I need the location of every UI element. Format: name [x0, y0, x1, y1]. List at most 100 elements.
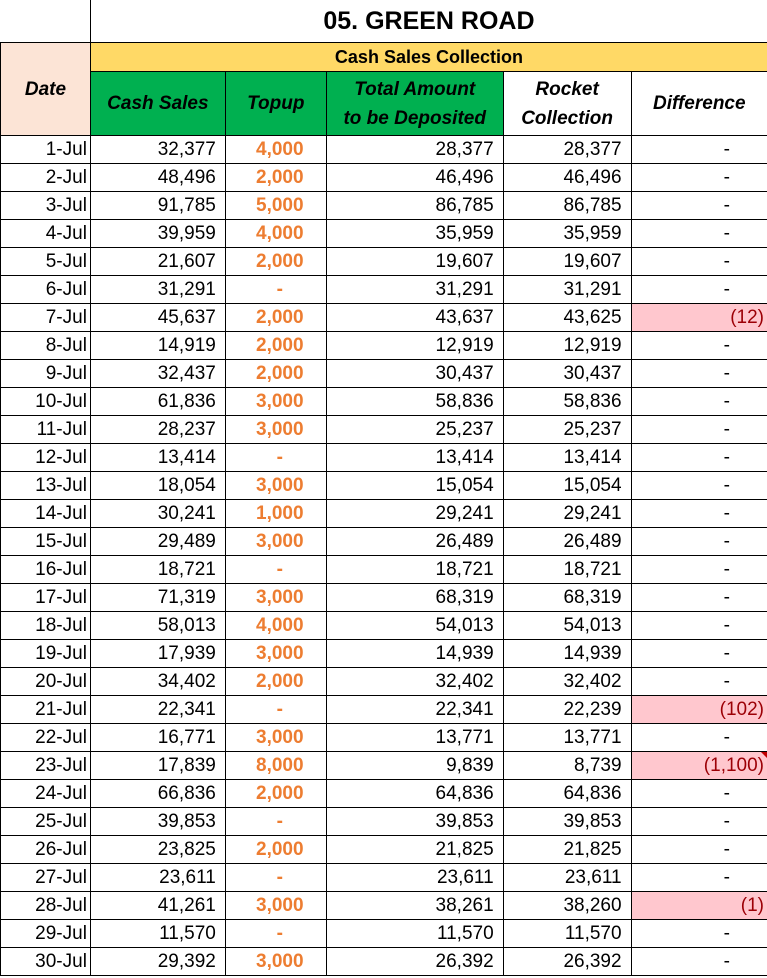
date-cell[interactable]: 16-Jul: [0, 555, 91, 584]
total-deposit-cell[interactable]: 68,319: [325, 583, 504, 612]
topup-cell[interactable]: -: [224, 275, 327, 304]
topup-cell[interactable]: -: [224, 807, 327, 836]
total-deposit-cell[interactable]: 18,721: [325, 555, 504, 584]
cash-sales-cell[interactable]: 14,919: [89, 331, 226, 360]
topup-cell[interactable]: 1,000: [224, 499, 327, 528]
total-deposit-cell[interactable]: 54,013: [325, 611, 504, 640]
rocket-collection-cell[interactable]: 64,836: [502, 779, 632, 808]
total-deposit-cell[interactable]: 9,839: [325, 751, 504, 780]
difference-cell[interactable]: -: [630, 835, 767, 864]
date-cell[interactable]: 20-Jul: [0, 667, 91, 696]
difference-cell[interactable]: -: [630, 555, 767, 584]
difference-cell[interactable]: -: [630, 443, 767, 472]
rocket-collection-cell[interactable]: 25,237: [502, 415, 632, 444]
total-deposit-cell[interactable]: 30,437: [325, 359, 504, 388]
rocket-collection-column-header[interactable]: Rocket Collection: [502, 71, 632, 136]
topup-cell[interactable]: 5,000: [224, 191, 327, 220]
difference-cell[interactable]: -: [630, 359, 767, 388]
cash-sales-cell[interactable]: 41,261: [89, 891, 226, 920]
topup-cell[interactable]: 3,000: [224, 471, 327, 500]
topup-cell[interactable]: 3,000: [224, 415, 327, 444]
difference-cell[interactable]: -: [630, 807, 767, 836]
topup-cell[interactable]: 3,000: [224, 891, 327, 920]
total-deposit-cell[interactable]: 13,771: [325, 723, 504, 752]
difference-cell[interactable]: -: [630, 527, 767, 556]
total-deposit-cell[interactable]: 23,611: [325, 863, 504, 892]
cash-sales-cell[interactable]: 17,839: [89, 751, 226, 780]
total-deposit-cell[interactable]: 58,836: [325, 387, 504, 416]
rocket-collection-cell[interactable]: 18,721: [502, 555, 632, 584]
topup-cell[interactable]: -: [224, 695, 327, 724]
rocket-collection-cell[interactable]: 26,392: [502, 947, 632, 976]
rocket-collection-cell[interactable]: 23,611: [502, 863, 632, 892]
total-deposit-cell[interactable]: 43,637: [325, 303, 504, 332]
date-cell[interactable]: 19-Jul: [0, 639, 91, 668]
topup-cell[interactable]: 3,000: [224, 583, 327, 612]
cash-sales-cell[interactable]: 48,496: [89, 163, 226, 192]
topup-cell[interactable]: 2,000: [224, 331, 327, 360]
rocket-collection-cell[interactable]: 35,959: [502, 219, 632, 248]
cash-sales-cell[interactable]: 13,414: [89, 443, 226, 472]
date-cell[interactable]: 22-Jul: [0, 723, 91, 752]
topup-cell[interactable]: 2,000: [224, 779, 327, 808]
difference-cell[interactable]: -: [630, 639, 767, 668]
difference-cell[interactable]: -: [630, 863, 767, 892]
cash-sales-cell[interactable]: 58,013: [89, 611, 226, 640]
cash-sales-cell[interactable]: 31,291: [89, 275, 226, 304]
difference-cell[interactable]: -: [630, 611, 767, 640]
total-deposit-cell[interactable]: 12,919: [325, 331, 504, 360]
topup-cell[interactable]: 2,000: [224, 247, 327, 276]
rocket-collection-cell[interactable]: 13,414: [502, 443, 632, 472]
difference-cell[interactable]: -: [630, 779, 767, 808]
total-deposit-cell[interactable]: 19,607: [325, 247, 504, 276]
rocket-collection-cell[interactable]: 26,489: [502, 527, 632, 556]
rocket-collection-cell[interactable]: 22,239: [502, 695, 632, 724]
date-cell[interactable]: 7-Jul: [0, 303, 91, 332]
cash-sales-cell[interactable]: 30,241: [89, 499, 226, 528]
rocket-collection-cell[interactable]: 13,771: [502, 723, 632, 752]
difference-cell[interactable]: -: [630, 947, 767, 976]
cash-sales-cell[interactable]: 28,237: [89, 415, 226, 444]
total-deposit-cell[interactable]: 15,054: [325, 471, 504, 500]
rocket-collection-cell[interactable]: 8,739: [502, 751, 632, 780]
topup-cell[interactable]: 3,000: [224, 723, 327, 752]
total-deposit-cell[interactable]: 21,825: [325, 835, 504, 864]
cash-sales-cell[interactable]: 21,607: [89, 247, 226, 276]
rocket-collection-cell[interactable]: 28,377: [502, 135, 632, 164]
difference-cell[interactable]: -: [630, 723, 767, 752]
rocket-collection-cell[interactable]: 46,496: [502, 163, 632, 192]
total-deposit-cell[interactable]: 46,496: [325, 163, 504, 192]
topup-cell[interactable]: 3,000: [224, 527, 327, 556]
date-cell[interactable]: 13-Jul: [0, 471, 91, 500]
date-cell[interactable]: 1-Jul: [0, 135, 91, 164]
difference-cell[interactable]: -: [630, 163, 767, 192]
cash-sales-cell[interactable]: 39,853: [89, 807, 226, 836]
difference-cell[interactable]: -: [630, 499, 767, 528]
rocket-collection-cell[interactable]: 68,319: [502, 583, 632, 612]
topup-cell[interactable]: 2,000: [224, 303, 327, 332]
cash-sales-cell[interactable]: 91,785: [89, 191, 226, 220]
rocket-collection-cell[interactable]: 38,260: [502, 891, 632, 920]
date-cell[interactable]: 24-Jul: [0, 779, 91, 808]
date-cell[interactable]: 4-Jul: [0, 219, 91, 248]
topup-cell[interactable]: -: [224, 919, 327, 948]
difference-cell[interactable]: -: [630, 583, 767, 612]
total-deposit-cell[interactable]: 29,241: [325, 499, 504, 528]
total-deposit-cell[interactable]: 13,414: [325, 443, 504, 472]
cash-sales-cell[interactable]: 18,721: [89, 555, 226, 584]
total-deposit-cell[interactable]: 22,341: [325, 695, 504, 724]
rocket-collection-cell[interactable]: 43,625: [502, 303, 632, 332]
date-cell[interactable]: 29-Jul: [0, 919, 91, 948]
rocket-collection-cell[interactable]: 11,570: [502, 919, 632, 948]
total-deposit-column-header[interactable]: Total Amount to be Deposited: [325, 71, 504, 136]
cash-sales-cell[interactable]: 32,437: [89, 359, 226, 388]
difference-cell[interactable]: -: [630, 247, 767, 276]
cash-sales-cell[interactable]: 66,836: [89, 779, 226, 808]
rocket-collection-cell[interactable]: 29,241: [502, 499, 632, 528]
cash-sales-cell[interactable]: 29,392: [89, 947, 226, 976]
cash-sales-cell[interactable]: 23,825: [89, 835, 226, 864]
topup-cell[interactable]: 4,000: [224, 219, 327, 248]
date-cell[interactable]: 11-Jul: [0, 415, 91, 444]
total-deposit-cell[interactable]: 14,939: [325, 639, 504, 668]
topup-cell[interactable]: 4,000: [224, 135, 327, 164]
